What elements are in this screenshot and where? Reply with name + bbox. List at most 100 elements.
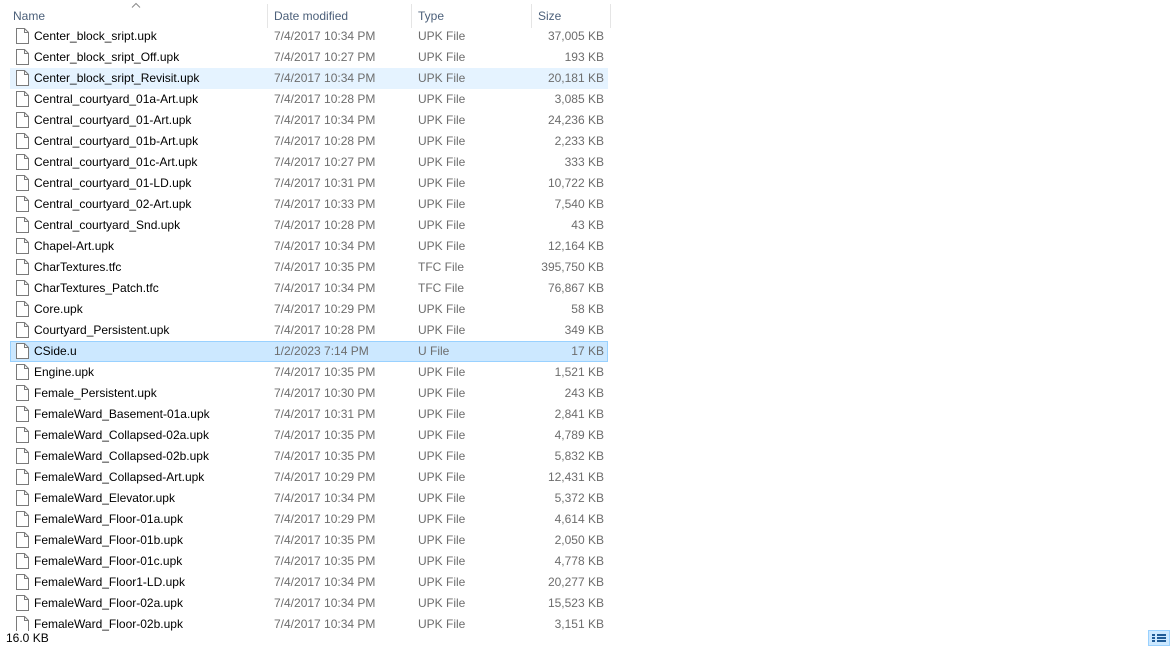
file-row[interactable]: CharTextures_Patch.tfc 7/4/2017 10:34 PM T…: [10, 278, 608, 299]
file-size: 2,841 KB: [554, 407, 604, 421]
file-size: 349 KB: [564, 323, 604, 337]
file-row[interactable]: Chapel-Art.upk 7/4/2017 10:34 PM UPK File 1…: [10, 236, 608, 257]
file-row[interactable]: FemaleWard_Floor-02b.upk 7/4/2017 10:34 P…: [10, 614, 608, 631]
file-date-modified: 7/4/2017 10:35 PM: [274, 554, 376, 568]
file-row[interactable]: FemaleWard_Basement-01a.upk 7/4/2017 10:3…: [10, 404, 608, 425]
column-header-size[interactable]: Size: [538, 0, 603, 28]
file-icon: [16, 301, 29, 317]
file-date-modified: 7/4/2017 10:28 PM: [274, 323, 376, 337]
file-icon: [16, 532, 29, 548]
file-row[interactable]: Central_courtyard_01c-Art.upk 7/4/2017 10…: [10, 152, 608, 173]
file-name: Central_courtyard_01b-Art.upk: [34, 134, 199, 148]
file-icon: [16, 133, 29, 149]
file-row[interactable]: Central_courtyard_01b-Art.upk 7/4/2017 10…: [10, 131, 608, 152]
file-row[interactable]: Engine.upk 7/4/2017 10:35 PM UPK File 1,521…: [10, 362, 608, 383]
file-name: FemaleWard_Floor-01c.upk: [34, 554, 183, 568]
file-size: 37,005 KB: [547, 29, 604, 43]
file-date-modified: 7/4/2017 10:34 PM: [274, 71, 376, 85]
file-row[interactable]: FemaleWard_Floor-01a.upk 7/4/2017 10:29 P…: [10, 509, 608, 530]
file-size: 10,722 KB: [547, 176, 604, 190]
file-type: UPK File: [418, 134, 466, 148]
file-row[interactable]: FemaleWard_Floor-01b.upk 7/4/2017 10:35 P…: [10, 530, 608, 551]
column-divider[interactable]: [531, 4, 532, 28]
file-icon: [16, 217, 29, 233]
file-icon: [16, 553, 29, 569]
file-type: UPK File: [418, 554, 466, 568]
file-row[interactable]: FemaleWard_Elevator.upk 7/4/2017 10:34 PM…: [10, 488, 608, 509]
column-header-bar: Name Date modified Type Size: [0, 0, 612, 28]
column-divider[interactable]: [267, 4, 268, 28]
file-row[interactable]: Central_courtyard_Snd.upk 7/4/2017 10:28 …: [10, 215, 608, 236]
file-date-modified: 7/4/2017 10:34 PM: [274, 617, 376, 631]
file-date-modified: 7/4/2017 10:31 PM: [274, 176, 376, 190]
file-row[interactable]: Courtyard_Persistent.upk 7/4/2017 10:28 P…: [10, 320, 608, 341]
file-row[interactable]: FemaleWard_Collapsed-02a.upk 7/4/2017 10:…: [10, 425, 608, 446]
file-name: FemaleWard_Elevator.upk: [34, 491, 175, 505]
file-icon: [16, 28, 29, 44]
file-row[interactable]: FemaleWard_Collapsed-Art.upk 7/4/2017 10:…: [10, 467, 608, 488]
file-date-modified: 7/4/2017 10:35 PM: [274, 449, 376, 463]
file-row[interactable]: Center_block_sript_Revisit.upk 7/4/2017 1…: [10, 68, 608, 89]
details-view-button[interactable]: [1148, 630, 1170, 646]
file-row[interactable]: CharTextures.tfc 7/4/2017 10:35 PM TFC Fil…: [10, 257, 608, 278]
file-name: FemaleWard_Collapsed-02b.upk: [34, 449, 209, 463]
file-row[interactable]: FemaleWard_Collapsed-02b.upk 7/4/2017 10:…: [10, 446, 608, 467]
file-type: U File: [418, 344, 450, 358]
file-row[interactable]: FemaleWard_Floor-01c.upk 7/4/2017 10:35 P…: [10, 551, 608, 572]
file-icon: [16, 154, 29, 170]
file-type: UPK File: [418, 512, 466, 526]
file-size: 4,789 KB: [554, 428, 604, 442]
file-icon: [16, 385, 29, 401]
file-name: Central_courtyard_02-Art.upk: [34, 197, 192, 211]
file-date-modified: 7/4/2017 10:28 PM: [274, 218, 376, 232]
file-icon: [16, 469, 29, 485]
file-row[interactable]: FemaleWard_Floor1-LD.upk 7/4/2017 10:34 P…: [10, 572, 608, 593]
file-list: Center_block_sript.upk 7/4/2017 10:34 PM U…: [0, 26, 612, 631]
column-header-type[interactable]: Type: [418, 0, 523, 28]
file-row[interactable]: Core.upk 7/4/2017 10:29 PM UPK File 58 KB: [10, 299, 608, 320]
file-row[interactable]: Central_courtyard_02-Art.upk 7/4/2017 10:…: [10, 194, 608, 215]
file-icon: [16, 112, 29, 128]
file-date-modified: 7/4/2017 10:27 PM: [274, 50, 376, 64]
column-divider[interactable]: [411, 4, 412, 28]
file-type: UPK File: [418, 218, 466, 232]
file-row[interactable]: CSide.u 1/2/2023 7:14 PM U File 17 KB: [10, 341, 608, 362]
file-icon: [16, 427, 29, 443]
file-row[interactable]: Center_block_sript.upk 7/4/2017 10:34 PM U…: [10, 26, 608, 47]
file-size: 76,867 KB: [547, 281, 604, 295]
file-date-modified: 7/4/2017 10:34 PM: [274, 596, 376, 610]
file-size: 5,372 KB: [554, 491, 604, 505]
file-name: FemaleWard_Collapsed-Art.upk: [34, 470, 205, 484]
file-name: Central_courtyard_01-LD.upk: [34, 176, 192, 190]
column-header-date-modified[interactable]: Date modified: [274, 0, 404, 28]
file-date-modified: 7/4/2017 10:29 PM: [274, 470, 376, 484]
file-date-modified: 7/4/2017 10:34 PM: [274, 113, 376, 127]
file-type: UPK File: [418, 470, 466, 484]
file-size: 2,050 KB: [554, 533, 604, 547]
file-type: UPK File: [418, 50, 466, 64]
file-date-modified: 7/4/2017 10:29 PM: [274, 302, 376, 316]
file-row[interactable]: Central_courtyard_01a-Art.upk 7/4/2017 10…: [10, 89, 608, 110]
file-date-modified: 7/4/2017 10:34 PM: [274, 239, 376, 253]
file-row[interactable]: Center_block_sript_Off.upk 7/4/2017 10:27…: [10, 47, 608, 68]
file-size: 1,521 KB: [554, 365, 604, 379]
column-header-name[interactable]: Name: [13, 0, 263, 28]
file-type: UPK File: [418, 155, 466, 169]
file-row[interactable]: Central_courtyard_01-LD.upk 7/4/2017 10:3…: [10, 173, 608, 194]
details-view-icon: [1152, 634, 1166, 642]
file-row[interactable]: FemaleWard_Floor-02a.upk 7/4/2017 10:34 P…: [10, 593, 608, 614]
file-type: UPK File: [418, 365, 466, 379]
column-divider[interactable]: [610, 4, 611, 28]
file-size: 12,164 KB: [547, 239, 604, 253]
file-icon: [16, 406, 29, 422]
file-type: UPK File: [418, 29, 466, 43]
file-icon: [16, 448, 29, 464]
file-icon: [16, 322, 29, 338]
file-name: FemaleWard_Floor-01b.upk: [34, 533, 183, 547]
file-row[interactable]: Central_courtyard_01-Art.upk 7/4/2017 10:…: [10, 110, 608, 131]
file-row[interactable]: Female_Persistent.upk 7/4/2017 10:30 PM UP…: [10, 383, 608, 404]
file-type: UPK File: [418, 596, 466, 610]
file-name: Courtyard_Persistent.upk: [34, 323, 170, 337]
file-date-modified: 7/4/2017 10:31 PM: [274, 407, 376, 421]
file-icon: [16, 259, 29, 275]
